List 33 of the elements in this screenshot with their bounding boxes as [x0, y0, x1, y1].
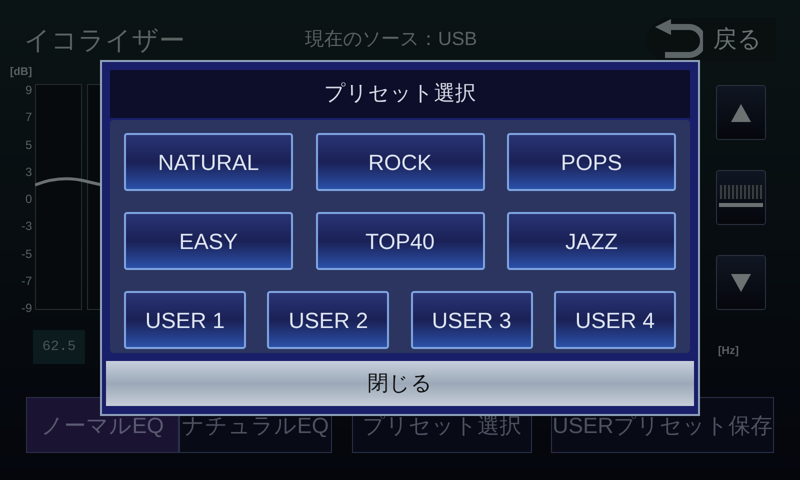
axis-label: 0 — [25, 193, 32, 205]
screen-title: イコライザー — [24, 24, 185, 56]
axis-label: 3 — [25, 166, 32, 178]
triangle-up-icon — [731, 104, 751, 122]
preset-button[interactable]: TOP40 — [316, 212, 484, 270]
axis-unit: [dB] — [10, 65, 32, 80]
preset-button[interactable]: EASY — [124, 212, 293, 270]
preset-button[interactable]: ROCK — [316, 133, 484, 192]
axis-label: -9 — [21, 302, 32, 314]
triangle-down-icon — [731, 274, 751, 292]
preset-button[interactable]: NATURAL — [124, 133, 293, 192]
dialog-title: プリセット選択 — [110, 70, 690, 118]
preset-button[interactable]: POPS — [507, 133, 676, 192]
axis-unit: [Hz] — [718, 344, 739, 359]
preset-button[interactable]: USER 3 — [410, 291, 533, 350]
frequency-label: 62.5 — [33, 330, 85, 364]
axis-label: 9 — [25, 84, 32, 96]
axis-label: 5 — [25, 138, 32, 150]
scroll-down-button[interactable] — [716, 255, 766, 310]
preset-button[interactable]: USER 2 — [267, 291, 390, 350]
axis-label: -5 — [21, 248, 32, 260]
axis-label: -7 — [21, 274, 32, 287]
source-label: 現在のソース：USB — [305, 28, 478, 52]
slider-handle-button[interactable] — [716, 170, 766, 225]
axis-label: 7 — [25, 111, 32, 124]
preset-button[interactable]: USER 1 — [124, 291, 246, 350]
back-button[interactable]: 戻る — [647, 18, 776, 62]
axis-label: -3 — [21, 220, 32, 232]
slider-track[interactable] — [35, 84, 82, 310]
close-button[interactable]: 閉じる — [106, 361, 694, 406]
preset-button[interactable]: JAZZ — [507, 212, 676, 270]
preset-button[interactable]: USER 4 — [554, 291, 676, 350]
scroll-up-button[interactable] — [716, 85, 766, 140]
